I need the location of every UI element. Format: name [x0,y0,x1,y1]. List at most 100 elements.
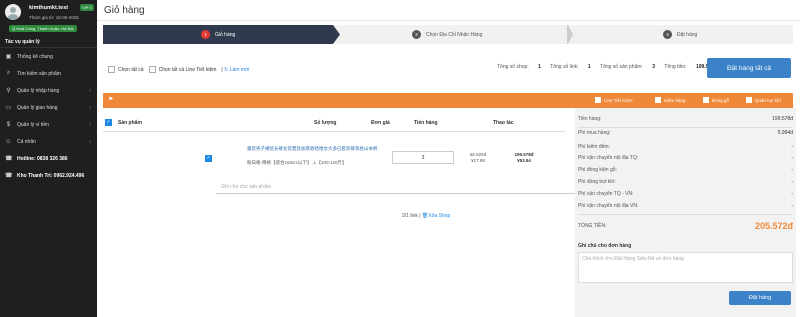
step-cart[interactable]: 1 Giỏ hàng [201,25,235,44]
checkbox[interactable] [108,66,115,73]
summary-value: 199.578đ [772,116,793,122]
hotline: ☎ Hotline: 0838 326 386 [0,150,97,167]
order-note-title: Ghi chú cho đơn hàng [578,243,632,249]
chevron-left-icon: ‹ [89,121,91,128]
summary-label: Tiền hàng: [578,116,602,122]
cart-items: ✓ Sản phẩm Số lượng Đơn giá Tiền hàng Th… [103,108,567,317]
divider [578,214,793,215]
line-saving-checkbox[interactable]: Line Tiết Kiệm [595,97,633,103]
checkbox[interactable] [746,97,752,103]
sidebar-item-stats[interactable]: ▣ Thống kê chung [0,48,97,65]
select-all-checkbox[interactable]: Chọn tất cả [108,66,144,73]
item-total: 199.578đ ¥53.94 [506,152,542,164]
cart-stats: Tổng số shop: 1 Tổng số link: 1 Tổng số … [497,64,725,70]
summary-value: - [791,179,793,185]
product-name-link[interactable]: 童装男子裙装长裤女装夏装加厚款哈哈女大多已套装裤装给山本裤 [247,145,387,152]
summary-row: Phí đóng bọt khí: - [578,179,793,187]
stat-value: 1 [587,64,591,70]
select-options: Chọn tất cả Chọn tất cả Line Tiết kiệm |… [108,66,249,73]
summary-label: Phí vận chuyển nội địa VN: [578,203,639,209]
stat-label: Tổng số link: [550,64,579,70]
warehouse-phone: ☎ Kho Thanh Trì: 0962.924.496 [0,167,97,184]
chevron-left-icon: ‹ [89,138,91,145]
checkbox[interactable] [595,97,601,103]
stat-label: Tổng số sản phẩm: [600,64,643,70]
summary-row: Phí vận chuyển TQ - VN: - [578,191,793,199]
bubble-wrap-checkbox[interactable]: Quấn bọt khí [746,97,781,103]
sidebar-item-label: Tìm kiếm sản phẩm [17,70,61,77]
page-title: Giỏ hàng [104,5,145,16]
summary-value: 5.994đ [777,130,793,136]
checkbox-label: Đóng gỗ [712,97,730,103]
joined-date: Tham gia từ: 16-05-2025 [29,15,79,20]
select-shop-checkbox[interactable]: ✓ [105,119,112,126]
stat-shops: Tổng số shop: 1 [497,64,541,70]
wood-pack-checkbox[interactable]: Đóng gỗ [703,97,729,103]
col-actions: Thao tác [493,120,514,126]
stat-label: Tổng tiền: [664,64,687,70]
summary-label: Phí đóng bọt khí: [578,179,616,185]
cart-icon: ⚲ [6,88,11,94]
step-order[interactable]: 3 Đặt hàng [663,25,697,44]
select-all-label: Chọn tất cả [118,66,144,73]
warehouse-phone-text: Kho Thanh Trì: 0962.924.496 [17,172,85,179]
order-all-button[interactable]: Đặt hàng tất cả [707,58,791,78]
checkbox-label: Quấn bọt khí [755,97,781,103]
sidebar-item-delivery[interactable]: ▭ Quản lý giao hàng ‹ [0,99,97,116]
sidebar-item-personal[interactable]: ☺ Cá nhân ‹ [0,133,97,150]
delete-shop-label: Xóa Shop [428,213,451,219]
summary-label: Phí đóng kiện gỗ: [578,167,617,173]
checkbox-label: Kiểm hàng [664,97,686,103]
summary-label: Phí vận chuyển nội địa TQ: [578,155,639,161]
stat-value: 3 [652,64,655,70]
summary-row: Phí kiểm đếm: - [578,144,793,152]
summary-row: Phí đóng kiện gỗ: - [578,167,793,175]
sidebar-item-import[interactable]: ⚲ Quản lý nhập hàng ‹ [0,82,97,99]
vip-badge: VIP 0 [80,4,94,11]
user-panel: kimthumkt.test VIP 0 Tham gia từ: 16-05-… [0,0,97,34]
select-item-checkbox[interactable]: ✓ [205,155,212,162]
link-count: 3/1 link | [402,213,421,219]
delete-shop-link[interactable]: 🗑Xóa Shop [422,213,450,219]
truck-icon: ▭ [5,105,12,111]
step-number: 1 [201,30,210,39]
order-total: TỔNG TIỀN: 205.572đ [578,221,793,231]
summary-value: - [791,144,793,150]
select-all-line-label: Chọn tất cả Line Tiết kiệm [158,66,217,73]
summary-row: Phí mua hàng: 5.994đ [578,130,793,138]
refresh-link[interactable]: ↻ Làm mới [224,67,249,73]
col-quantity: Số lượng [314,120,337,126]
stat-value: 1 [538,64,541,70]
order-note-textarea[interactable]: Chú thích cho Đặt Hàng Siêu Rẻ về đơn hà… [578,252,793,283]
shop-icon: ⚑ [108,97,114,103]
sidebar-item-label: Quản lý ví tiền [17,121,49,128]
checkbox[interactable] [655,97,661,103]
place-order-button[interactable]: Đặt hàng [729,291,791,305]
sidebar-item-label: Thống kê chung [17,53,53,60]
user-icon: ☺ [5,138,12,145]
inspect-checkbox[interactable]: Kiểm hàng [655,97,686,103]
sidebar-item-label: Quản lý giao hàng [17,104,58,111]
summary-label: Phí kiểm đếm: [578,144,610,150]
stat-products: Tổng số sản phẩm: 3 [600,64,655,70]
select-all-line-checkbox[interactable]: Chọn tất cả Line Tiết kiệm [148,66,217,73]
summary-row: Phí vận chuyển nội địa VN: - [578,203,793,211]
avatar[interactable] [5,4,21,20]
refresh-label: Làm mới [229,66,250,73]
divider [97,20,800,21]
product-attributes: 粉白格-降格【适合163cm以下】, L【100-120斤】 [247,160,347,165]
unit-price-cny: ¥17.98 [471,158,485,163]
summary-value: - [791,203,793,209]
divider [578,127,793,128]
summary-row: Phí vận chuyển nội địa TQ: - [578,155,793,163]
checkbox[interactable] [703,97,709,103]
step-address[interactable]: 2 Chọn Địa Chỉ Nhận Hàng [412,25,482,44]
stat-links: Tổng số link: 1 [550,64,591,70]
sidebar-item-search[interactable]: ⌕ Tìm kiếm sản phẩm [0,65,97,82]
quantity-input[interactable]: 3 [392,151,454,164]
item-total-cny: ¥53.94 [517,158,531,163]
summary-value: - [791,167,793,173]
sidebar-item-wallet[interactable]: $ Quản lý ví tiền ‹ [0,116,97,133]
checkbox[interactable] [148,66,156,73]
step-label: Giỏ hàng [215,31,236,38]
